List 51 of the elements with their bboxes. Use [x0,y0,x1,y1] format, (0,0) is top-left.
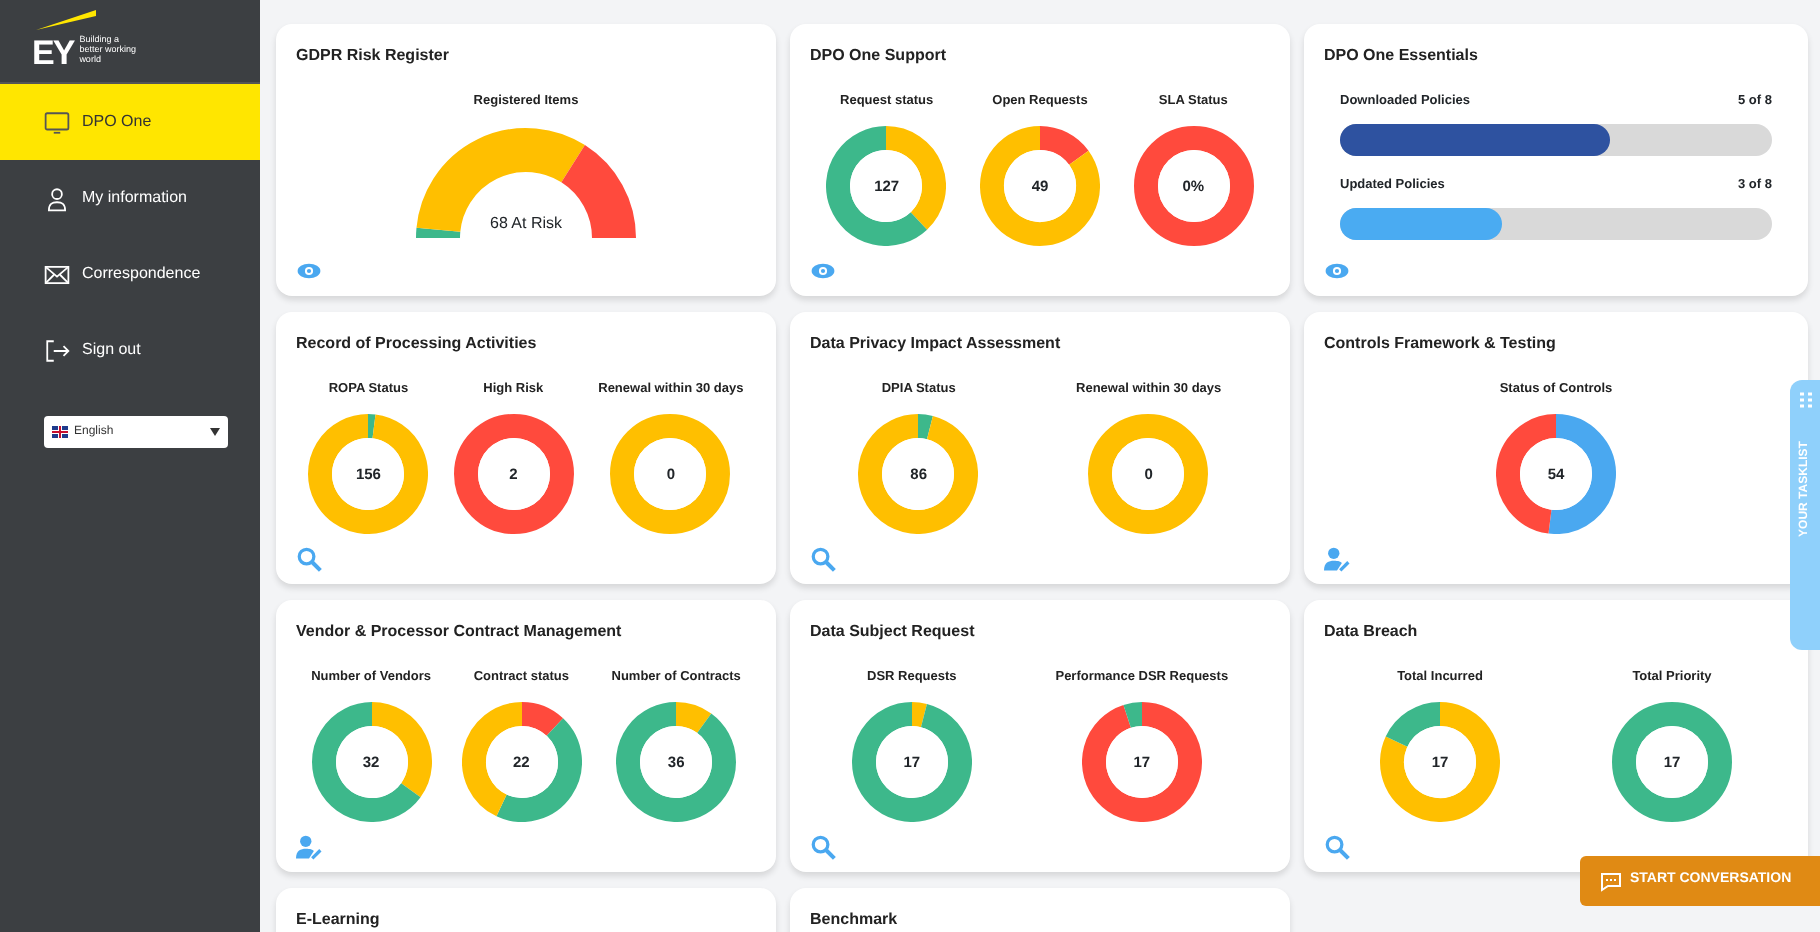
monitor-icon [44,109,70,135]
card-title: Record of Processing Activities [296,332,539,356]
mail-icon [44,261,70,287]
card-title: DPO One Essentials [1324,44,1480,68]
eye-icon[interactable] [1324,258,1350,284]
donut-chart [1380,701,1500,822]
chart-value: 68 At Risk [490,211,562,236]
search-icon[interactable] [810,834,836,860]
donut-chart [461,701,582,822]
eye-icon[interactable] [296,258,322,284]
card-title: Benchmark [810,908,900,932]
donut-chart [979,125,1100,246]
chat-icon [1600,871,1622,891]
donut-chart [308,413,429,534]
sign-out-icon [44,337,70,363]
donut-chart [1133,125,1254,246]
card-title: Controls Framework & Testing [1324,332,1558,356]
search-icon[interactable] [810,546,836,572]
donut-chart [453,413,574,534]
sidebar-item[interactable]: Correspondence [0,236,260,312]
card-title: DPO One Support [810,44,948,68]
donut-chart [826,125,947,246]
donut-chart [1081,701,1202,822]
user-edit-icon[interactable] [1324,546,1350,572]
card-title: Data Privacy Impact Assessment [810,332,1063,356]
flag-icon [52,426,68,438]
sidebar-item[interactable]: DPO One [0,84,260,160]
card-title: Vendor & Processor Contract Management [296,620,624,644]
card-title: Data Subject Request [810,620,977,644]
donut-chart [610,413,731,534]
donut-chart [858,413,979,534]
user-edit-icon[interactable] [296,834,322,860]
logo-slash-icon [36,10,96,30]
donut-chart [1088,413,1209,534]
logo: EY [32,36,74,70]
caret-icon [210,428,220,436]
list-icon [1797,392,1813,408]
sidebar-item[interactable]: Sign out [0,312,260,388]
eye-icon[interactable] [810,258,836,284]
donut-chart [1496,413,1616,534]
donut-chart [1612,701,1732,822]
sidebar-item[interactable]: My information [0,160,260,236]
donut-chart [311,701,432,822]
donut-chart [851,701,972,822]
donut-chart [616,701,737,822]
search-icon[interactable] [1324,834,1350,860]
card-title: E-Learning [296,908,382,932]
card-title: GDPR Risk Register [296,44,451,68]
search-icon[interactable] [296,546,322,572]
card-title: Data Breach [1324,620,1420,644]
user-icon [44,185,70,211]
